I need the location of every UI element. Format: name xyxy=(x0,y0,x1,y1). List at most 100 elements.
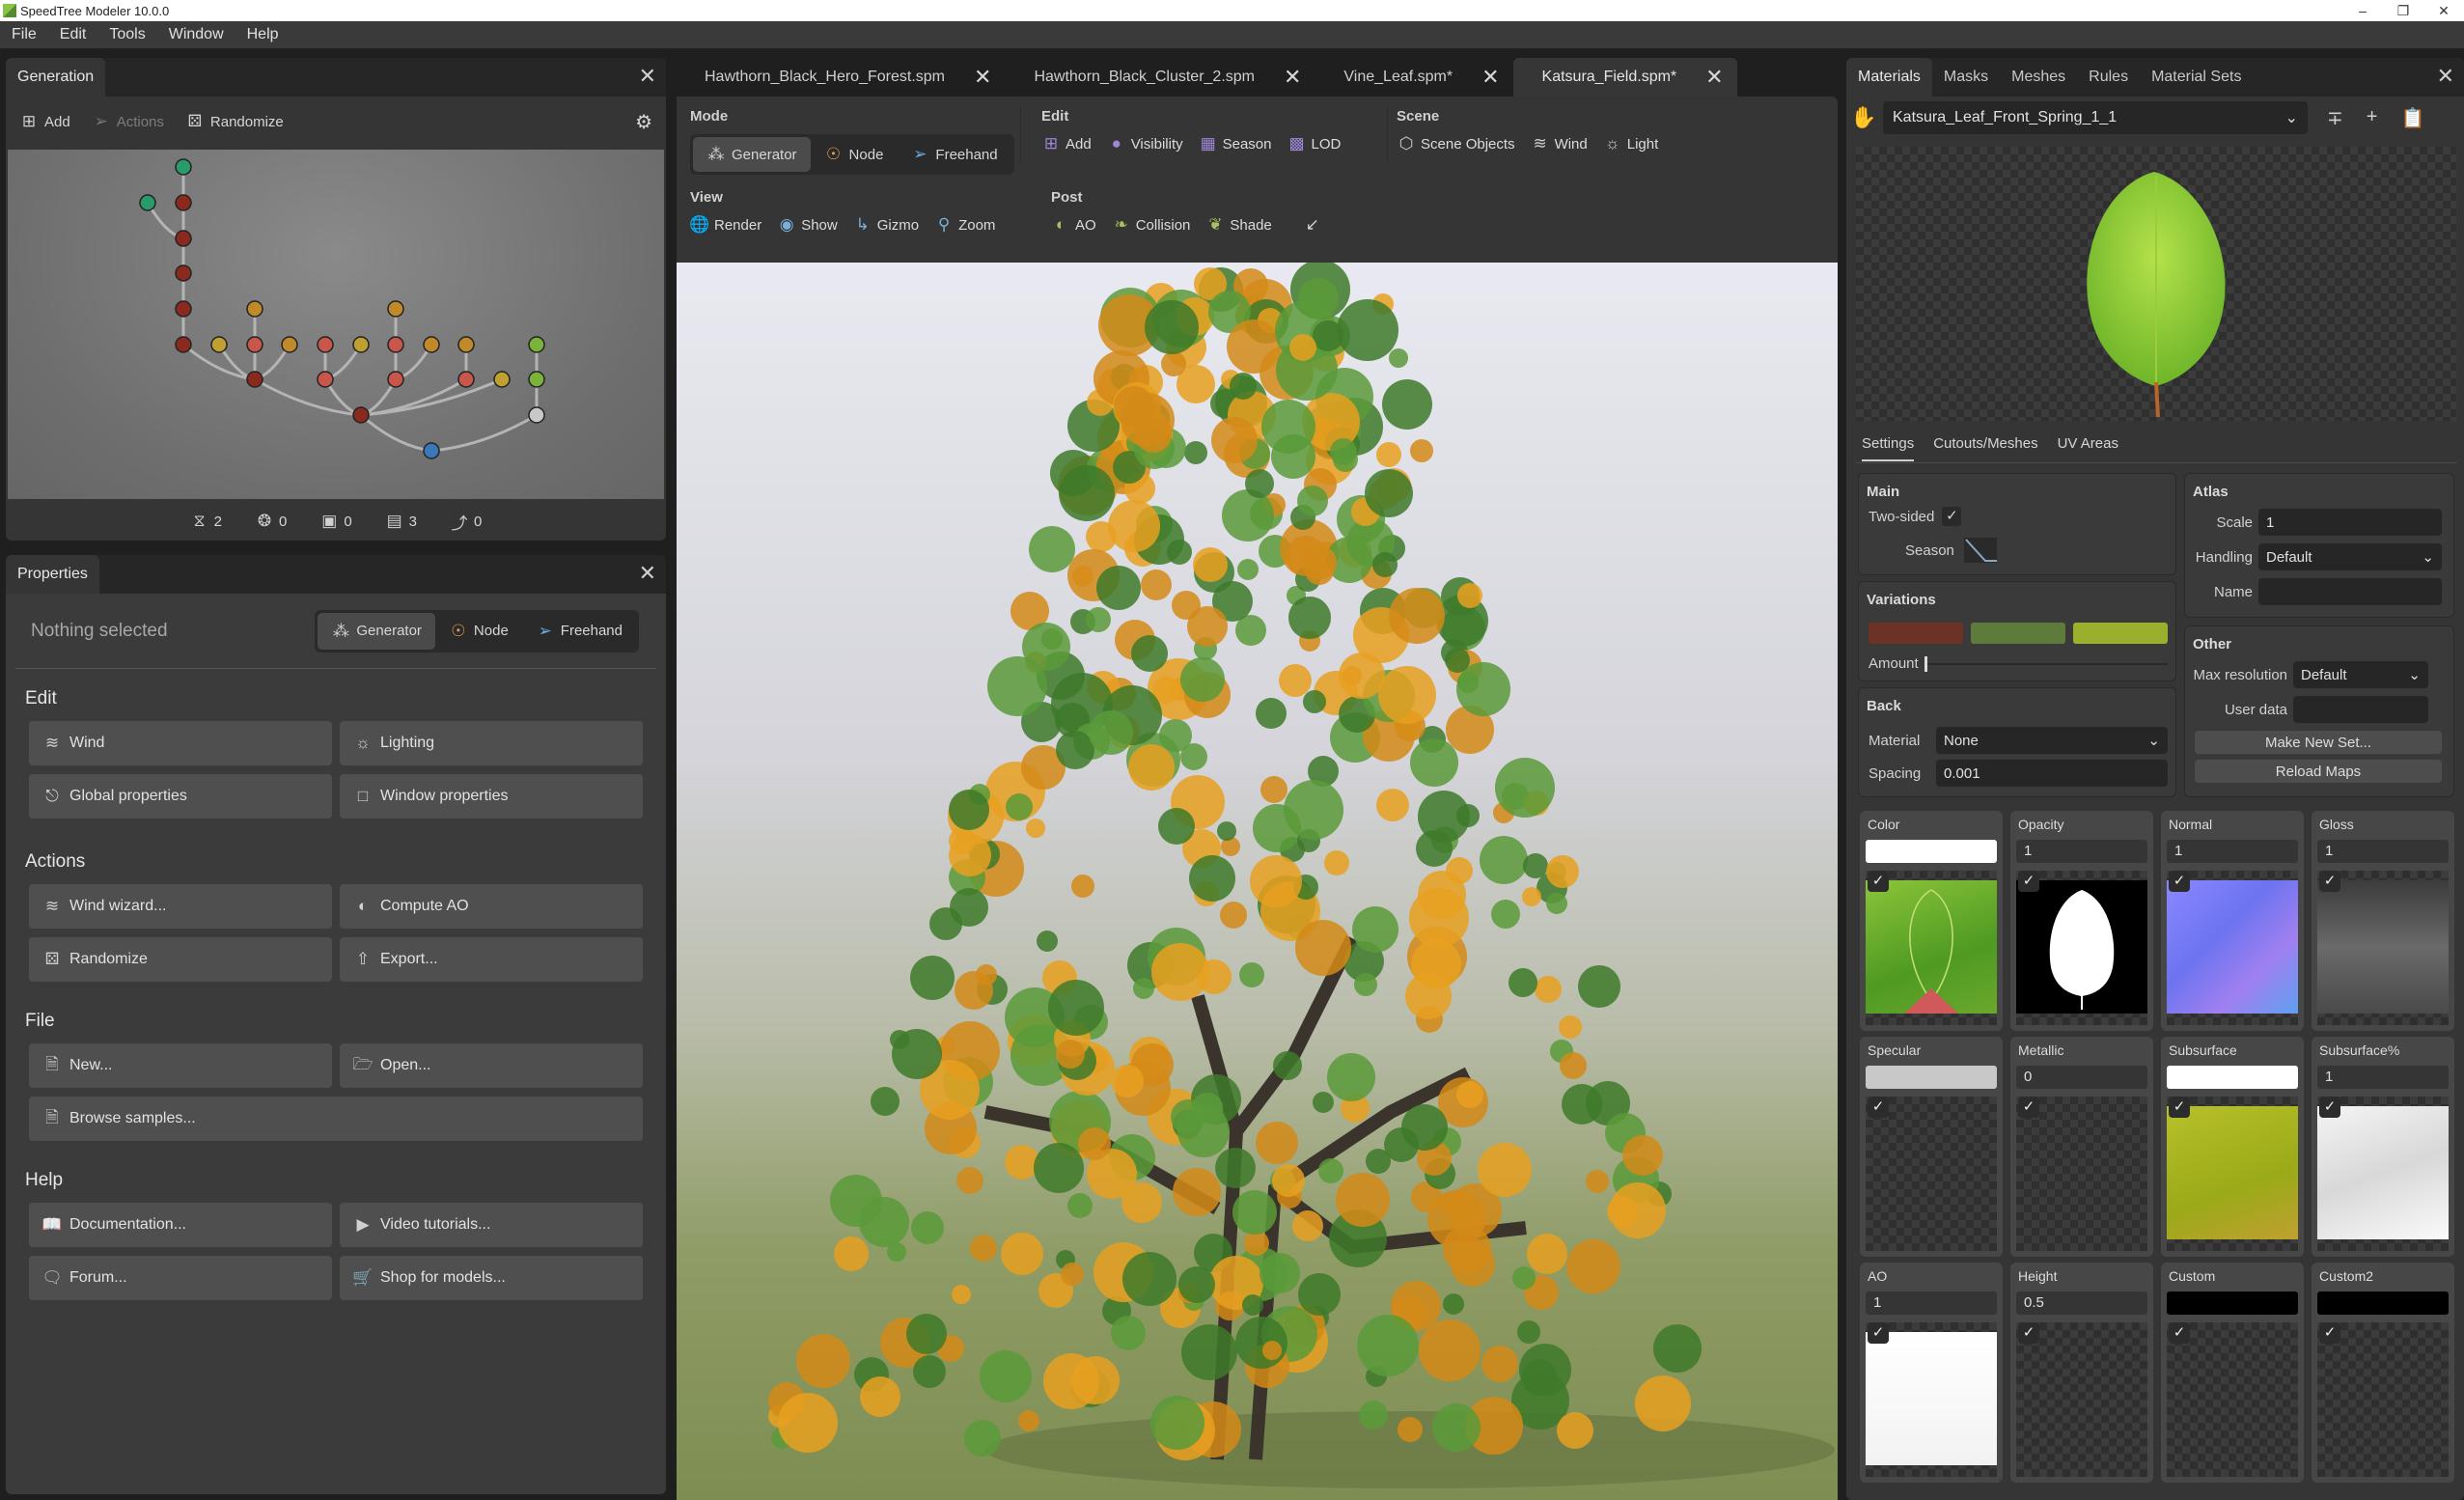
atlas-name-input[interactable] xyxy=(2258,578,2442,605)
gizmo-button[interactable]: ↳ Gizmo xyxy=(853,215,919,235)
documentation-button[interactable]: 📖 Documentation... xyxy=(29,1203,332,1247)
sub-tab-settings[interactable]: Settings xyxy=(1862,435,1915,461)
map-texture-slot[interactable] xyxy=(2317,871,2449,1025)
new-file-button[interactable]: 🗎 New... xyxy=(29,1043,332,1088)
browse-samples-button[interactable]: 🗎 Browse samples... xyxy=(29,1097,643,1141)
map-enabled-checkbox[interactable]: ✓ xyxy=(2319,1097,2340,1118)
map-enabled-checkbox[interactable]: ✓ xyxy=(1868,1322,1889,1344)
clipboard-icon[interactable]: 📋 xyxy=(2400,106,2424,130)
plus-minus-icon[interactable]: ∓ xyxy=(2327,106,2343,130)
mode-generator-button[interactable]: ⁂ Generator xyxy=(318,612,435,650)
shop-button[interactable]: 🛒 Shop for models... xyxy=(340,1256,643,1300)
reload-maps-button[interactable]: Reload Maps xyxy=(2195,760,2442,783)
mode-node-button[interactable]: ☉ Node xyxy=(435,613,522,650)
map-enabled-checkbox[interactable]: ✓ xyxy=(1868,871,1889,892)
stat-materials[interactable]: ❂ 0 xyxy=(255,512,287,531)
wind-wizard-button[interactable]: ≋ Wind wizard... xyxy=(29,884,332,929)
map-enabled-checkbox[interactable]: ✓ xyxy=(2018,871,2039,892)
stat-forces[interactable]: ⧖ 2 xyxy=(190,512,222,531)
3d-viewport[interactable] xyxy=(677,263,1838,1500)
map-texture-slot[interactable] xyxy=(1866,1322,1997,1477)
amount-slider-handle[interactable] xyxy=(1924,655,1927,672)
map-texture-slot[interactable] xyxy=(1866,871,1997,1025)
tab-generation[interactable]: Generation xyxy=(6,58,106,97)
two-sided-checkbox[interactable]: ✓ xyxy=(1942,507,1962,526)
map-color-swatch[interactable] xyxy=(2317,1292,2449,1315)
sub-tab-uv-areas[interactable]: UV Areas xyxy=(2058,435,2118,452)
user-data-input[interactable] xyxy=(2293,696,2428,723)
mode-freehand-button[interactable]: ➢ Freehand xyxy=(522,613,636,650)
scene-objects-button[interactable]: ⬡ Scene Objects xyxy=(1397,134,1515,153)
spacing-input[interactable]: 0.001 xyxy=(1936,760,2168,787)
zoom-button[interactable]: ⚲ Zoom xyxy=(934,215,996,235)
stat-cameras[interactable]: ▣ 0 xyxy=(319,512,351,531)
menu-help[interactable]: Help xyxy=(247,26,279,43)
map-color-swatch[interactable] xyxy=(1866,1066,1997,1089)
restore-button[interactable]: ❐ xyxy=(2383,0,2423,21)
minimize-button[interactable]: – xyxy=(2342,0,2383,21)
lod-button[interactable]: ▩ LOD xyxy=(1287,134,1341,153)
handling-select[interactable]: Default ⌄ xyxy=(2258,543,2442,570)
map-value-input[interactable]: 1 xyxy=(2016,840,2147,863)
close-tab-icon[interactable]: ✕ xyxy=(1705,65,1723,90)
toolbar-freehand-button[interactable]: ➢ Freehand xyxy=(897,137,1011,172)
map-texture-slot[interactable] xyxy=(2167,1322,2298,1477)
amount-slider[interactable] xyxy=(1924,655,2168,672)
back-material-select[interactable]: None ⌄ xyxy=(1936,727,2168,754)
compute-ao-button[interactable]: ◐ Compute AO xyxy=(340,884,643,929)
toolbar-generator-button[interactable]: ⁂ Generator xyxy=(693,137,811,172)
render-button[interactable]: 🌐 Render xyxy=(689,215,761,235)
toolbar-node-button[interactable]: ☉ Node xyxy=(811,137,898,172)
map-value-input[interactable]: 1 xyxy=(2167,840,2298,863)
window-properties-button[interactable]: □ Window properties xyxy=(340,774,643,819)
variation-swatch[interactable] xyxy=(1869,623,1963,644)
map-enabled-checkbox[interactable]: ✓ xyxy=(2319,1322,2340,1344)
tab-masks[interactable]: Masks xyxy=(1932,58,2000,97)
open-file-button[interactable]: 🗁 Open... xyxy=(340,1043,643,1088)
doc-tab[interactable]: Vine_Leaf.spm* ✕ xyxy=(1315,58,1512,97)
post-ao-button[interactable]: ◐ AO xyxy=(1051,215,1096,235)
scene-light-button[interactable]: ☼ Light xyxy=(1603,134,1658,153)
forum-button[interactable]: 🗨 Forum... xyxy=(29,1256,332,1300)
global-properties-button[interactable]: ⎋ Global properties xyxy=(29,774,332,819)
map-enabled-checkbox[interactable]: ✓ xyxy=(2169,871,2190,892)
season-curve[interactable] xyxy=(1963,538,1997,563)
map-value-input[interactable]: 0 xyxy=(2016,1066,2147,1089)
graph-canvas[interactable] xyxy=(8,150,664,499)
stat-lods[interactable]: ▤ 3 xyxy=(385,512,417,531)
variation-swatch[interactable] xyxy=(2073,623,2168,644)
season-button[interactable]: ▦ Season xyxy=(1199,134,1272,153)
close-window-button[interactable]: ✕ xyxy=(2423,0,2464,21)
tab-meshes[interactable]: Meshes xyxy=(2000,58,2077,97)
shade-button[interactable]: ❦ Shade xyxy=(1205,215,1272,235)
map-texture-slot[interactable] xyxy=(2016,871,2147,1025)
doc-tab[interactable]: Hawthorn_Black_Cluster_2.spm ✕ xyxy=(1005,58,1315,97)
map-texture-slot[interactable] xyxy=(2167,871,2298,1025)
map-enabled-checkbox[interactable]: ✓ xyxy=(2018,1097,2039,1118)
collapse-toolbar-button[interactable]: ↙ xyxy=(1303,215,1322,235)
export-button[interactable]: ⇧ Export... xyxy=(340,937,643,982)
doc-tab[interactable]: Hawthorn_Black_Hero_Forest.spm ✕ xyxy=(676,58,1005,97)
menu-tools[interactable]: Tools xyxy=(109,26,145,43)
menu-edit[interactable]: Edit xyxy=(60,26,87,43)
video-tutorials-button[interactable]: ▶ Video tutorials... xyxy=(340,1203,643,1247)
tab-properties[interactable]: Properties xyxy=(6,555,99,594)
close-tab-icon[interactable]: ✕ xyxy=(974,65,991,90)
map-color-swatch[interactable] xyxy=(2167,1292,2298,1315)
map-value-input[interactable]: 1 xyxy=(2317,1066,2449,1089)
tab-rules[interactable]: Rules xyxy=(2077,58,2140,97)
add-node-button[interactable]: ⊞ Add xyxy=(19,112,70,131)
edit-add-button[interactable]: ⊞ Add xyxy=(1041,134,1092,153)
lighting-button[interactable]: ☼ Lighting xyxy=(340,721,643,765)
map-enabled-checkbox[interactable]: ✓ xyxy=(2319,871,2340,892)
map-color-swatch[interactable] xyxy=(2167,1066,2298,1089)
scale-input[interactable]: 1 xyxy=(2258,509,2442,536)
map-texture-slot[interactable] xyxy=(2016,1322,2147,1477)
map-texture-slot[interactable] xyxy=(2317,1097,2449,1251)
collision-button[interactable]: ❧ Collision xyxy=(1112,215,1191,235)
visibility-button[interactable]: ● Visibility xyxy=(1107,134,1183,153)
close-materials-icon[interactable]: ✕ xyxy=(2437,66,2454,87)
tab-material-sets[interactable]: Material Sets xyxy=(2140,58,2253,97)
map-texture-slot[interactable] xyxy=(1866,1097,1997,1251)
add-material-icon[interactable]: + xyxy=(2367,106,2378,130)
